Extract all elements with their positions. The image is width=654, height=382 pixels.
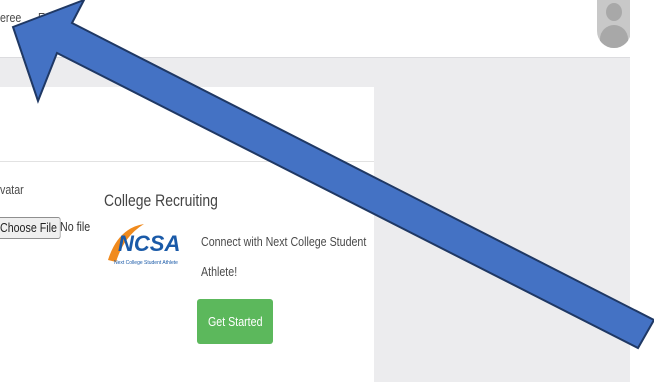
user-avatar[interactable] [597, 0, 631, 48]
avatar-body-icon [600, 25, 628, 48]
choose-file-button[interactable]: Choose File [0, 217, 61, 239]
get-started-label: Get Started [207, 314, 263, 329]
ncsa-promo-line2: Athlete! [201, 264, 238, 279]
college-recruiting-title: College Recruiting [104, 191, 218, 210]
ncsa-logo-text: NCSA [118, 231, 180, 256]
ncsa-promo-line1: Connect with Next College Student [201, 234, 367, 249]
nav-referee-link[interactable]: eree [0, 10, 21, 25]
panel-divider [0, 161, 374, 162]
top-navbar: eree Entry [0, 0, 631, 58]
avatar-head-icon [606, 3, 622, 21]
no-file-text: No file [60, 219, 91, 234]
scrollbar-strip[interactable] [630, 0, 654, 382]
ncsa-logo: NCSA Next College Student Athlete [108, 224, 180, 266]
ncsa-logo-tagline: Next College Student Athlete [114, 260, 178, 266]
profile-panel: vatar Choose File No file College Recrui… [0, 87, 374, 382]
nav-entry-link[interactable]: Entry [38, 10, 63, 25]
avatar-label: vatar [0, 182, 24, 197]
get-started-button[interactable]: Get Started [197, 299, 273, 344]
